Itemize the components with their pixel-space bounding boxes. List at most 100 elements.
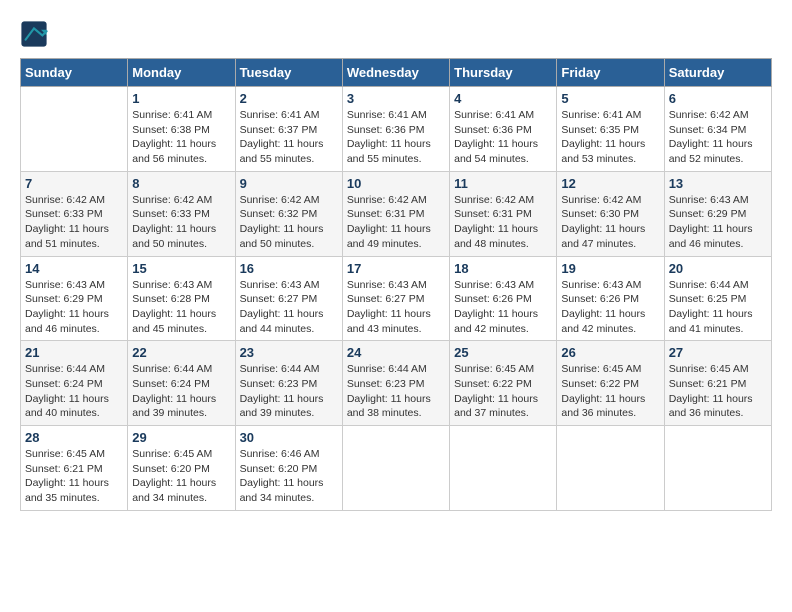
day-info: Sunrise: 6:41 AM Sunset: 6:36 PM Dayligh… [347, 108, 445, 167]
day-info: Sunrise: 6:45 AM Sunset: 6:21 PM Dayligh… [669, 362, 767, 421]
calendar-cell: 11Sunrise: 6:42 AM Sunset: 6:31 PM Dayli… [450, 171, 557, 256]
day-number: 4 [454, 91, 552, 106]
day-info: Sunrise: 6:46 AM Sunset: 6:20 PM Dayligh… [240, 447, 338, 506]
day-number: 8 [132, 176, 230, 191]
day-number: 14 [25, 261, 123, 276]
day-number: 9 [240, 176, 338, 191]
calendar-cell: 18 Sunrise: 6:43 AM Sunset: 6:26 PM Dayli… [450, 256, 557, 341]
day-info: Sunrise: 6:45 AM Sunset: 6:20 PM Dayligh… [132, 447, 230, 506]
day-number: 18 [454, 261, 552, 276]
calendar-cell: 7Sunrise: 6:42 AM Sunset: 6:33 PM Daylig… [21, 171, 128, 256]
header [20, 20, 772, 48]
day-info: Sunrise: 6:43 AM Sunset: 6:26 PM Dayligh… [454, 278, 552, 337]
calendar-cell: 10 Sunrise: 6:42 AM Sunset: 6:31 PM Dayli… [342, 171, 449, 256]
day-info: Sunrise: 6:42 AM Sunset: 6:30 PM Dayligh… [561, 193, 659, 252]
day-info: Sunrise: 6:42 AM Sunset: 6:33 PM Dayligh… [132, 193, 230, 252]
calendar-cell: 20 Sunrise: 6:44 AM Sunset: 6:25 PM Dayli… [664, 256, 771, 341]
calendar-cell [342, 426, 449, 511]
day-info: Sunrise: 6:41 AM Sunset: 6:37 PM Dayligh… [240, 108, 338, 167]
day-number: 20 [669, 261, 767, 276]
calendar-cell: 27 Sunrise: 6:45 AM Sunset: 6:21 PM Dayli… [664, 341, 771, 426]
calendar-week-row: 7 Sunrise: 6:42 AM Sunset: 6:33 PM Daylig… [21, 171, 772, 256]
day-info: Sunrise: 6:43 AM Sunset: 6:26 PM Dayligh… [561, 278, 659, 337]
calendar-cell: 14 Sunrise: 6:43 AM Sunset: 6:29 PM Dayli… [21, 256, 128, 341]
day-number: 15 [132, 261, 230, 276]
calendar-cell: 6 Sunrise: 6:42 AM Sunset: 6:34 PM Daylig… [664, 87, 771, 172]
calendar-cell: 9 Sunrise: 6:42 AM Sunset: 6:32 PM Daylig… [235, 171, 342, 256]
day-number: 21 [25, 345, 123, 360]
day-number: 10 [347, 176, 445, 191]
day-number: 25 [454, 345, 552, 360]
calendar-cell: 8 Sunrise: 6:42 AM Sunset: 6:33 PM Daylig… [128, 171, 235, 256]
day-number: 7 [25, 176, 123, 191]
calendar-cell: 3 Sunrise: 6:41 AM Sunset: 6:36 PM Daylig… [342, 87, 449, 172]
calendar-header-saturday: Saturday [664, 59, 771, 87]
day-info: Sunrise: 6:45 AM Sunset: 6:22 PM Dayligh… [561, 362, 659, 421]
day-number: 19 [561, 261, 659, 276]
calendar-week-row: 1 Sunrise: 6:41 AM Sunset: 6:38 PM Daylig… [21, 87, 772, 172]
calendar-cell: 12 Sunrise: 6:42 AM Sunset: 6:30 PM Dayli… [557, 171, 664, 256]
calendar-week-row: 14 Sunrise: 6:43 AM Sunset: 6:29 PM Dayli… [21, 256, 772, 341]
day-info: Sunrise: 6:42 AM Sunset: 6:31 PM Dayligh… [454, 193, 552, 252]
calendar-header-sunday: Sunday [21, 59, 128, 87]
day-info: Sunrise: 6:44 AM Sunset: 6:24 PM Dayligh… [132, 362, 230, 421]
day-number: 1 [132, 91, 230, 106]
day-info: Sunrise: 6:45 AM Sunset: 6:21 PM Dayligh… [25, 447, 123, 506]
day-number: 13 [669, 176, 767, 191]
day-info: Sunrise: 6:41 AM Sunset: 6:38 PM Dayligh… [132, 108, 230, 167]
day-info: Sunrise: 6:44 AM Sunset: 6:25 PM Dayligh… [669, 278, 767, 337]
day-info: Sunrise: 6:43 AM Sunset: 6:29 PM Dayligh… [25, 278, 123, 337]
logo-icon [20, 20, 48, 48]
day-info: Sunrise: 6:42 AM Sunset: 6:32 PM Dayligh… [240, 193, 338, 252]
day-info: Sunrise: 6:42 AM Sunset: 6:34 PM Dayligh… [669, 108, 767, 167]
day-info: Sunrise: 6:43 AM Sunset: 6:27 PM Dayligh… [347, 278, 445, 337]
calendar-cell: 19 Sunrise: 6:43 AM Sunset: 6:26 PM Dayli… [557, 256, 664, 341]
calendar-cell: 2Sunrise: 6:41 AM Sunset: 6:37 PM Daylig… [235, 87, 342, 172]
calendar-cell: 4 Sunrise: 6:41 AM Sunset: 6:36 PM Daylig… [450, 87, 557, 172]
day-info: Sunrise: 6:43 AM Sunset: 6:28 PM Dayligh… [132, 278, 230, 337]
calendar-cell: 5 Sunrise: 6:41 AM Sunset: 6:35 PM Daylig… [557, 87, 664, 172]
calendar-cell: 1 Sunrise: 6:41 AM Sunset: 6:38 PM Daylig… [128, 87, 235, 172]
day-number: 16 [240, 261, 338, 276]
calendar-header-wednesday: Wednesday [342, 59, 449, 87]
calendar-week-row: 21 Sunrise: 6:44 AM Sunset: 6:24 PM Dayli… [21, 341, 772, 426]
calendar-cell [21, 87, 128, 172]
calendar-cell: 15 Sunrise: 6:43 AM Sunset: 6:28 PM Dayli… [128, 256, 235, 341]
day-number: 26 [561, 345, 659, 360]
calendar-header-thursday: Thursday [450, 59, 557, 87]
day-info: Sunrise: 6:42 AM Sunset: 6:31 PM Dayligh… [347, 193, 445, 252]
day-number: 28 [25, 430, 123, 445]
day-info: Sunrise: 6:44 AM Sunset: 6:24 PM Dayligh… [25, 362, 123, 421]
calendar-cell: 28 Sunrise: 6:45 AM Sunset: 6:21 PM Dayli… [21, 426, 128, 511]
calendar-cell: 17 Sunrise: 6:43 AM Sunset: 6:27 PM Dayli… [342, 256, 449, 341]
day-number: 17 [347, 261, 445, 276]
day-number: 6 [669, 91, 767, 106]
day-info: Sunrise: 6:43 AM Sunset: 6:29 PM Dayligh… [669, 193, 767, 252]
day-number: 3 [347, 91, 445, 106]
calendar-cell: 21 Sunrise: 6:44 AM Sunset: 6:24 PM Dayli… [21, 341, 128, 426]
day-info: Sunrise: 6:41 AM Sunset: 6:35 PM Dayligh… [561, 108, 659, 167]
calendar-cell: 26 Sunrise: 6:45 AM Sunset: 6:22 PM Dayli… [557, 341, 664, 426]
day-number: 30 [240, 430, 338, 445]
logo [20, 20, 52, 48]
calendar-header-friday: Friday [557, 59, 664, 87]
day-info: Sunrise: 6:41 AM Sunset: 6:36 PM Dayligh… [454, 108, 552, 167]
day-number: 23 [240, 345, 338, 360]
day-number: 5 [561, 91, 659, 106]
calendar-cell: 24 Sunrise: 6:44 AM Sunset: 6:23 PM Dayli… [342, 341, 449, 426]
day-info: Sunrise: 6:44 AM Sunset: 6:23 PM Dayligh… [347, 362, 445, 421]
calendar-header-monday: Monday [128, 59, 235, 87]
day-number: 12 [561, 176, 659, 191]
day-number: 24 [347, 345, 445, 360]
day-info: Sunrise: 6:45 AM Sunset: 6:22 PM Dayligh… [454, 362, 552, 421]
day-info: Sunrise: 6:43 AM Sunset: 6:27 PM Dayligh… [240, 278, 338, 337]
calendar-week-row: 28 Sunrise: 6:45 AM Sunset: 6:21 PM Dayli… [21, 426, 772, 511]
day-number: 27 [669, 345, 767, 360]
calendar-cell: 23Sunrise: 6:44 AM Sunset: 6:23 PM Dayli… [235, 341, 342, 426]
calendar-cell [450, 426, 557, 511]
calendar-cell: 13 Sunrise: 6:43 AM Sunset: 6:29 PM Dayli… [664, 171, 771, 256]
calendar-cell: 29Sunrise: 6:45 AM Sunset: 6:20 PM Dayli… [128, 426, 235, 511]
day-number: 22 [132, 345, 230, 360]
calendar-header-row: SundayMondayTuesdayWednesdayThursdayFrid… [21, 59, 772, 87]
calendar-cell: 25 Sunrise: 6:45 AM Sunset: 6:22 PM Dayli… [450, 341, 557, 426]
